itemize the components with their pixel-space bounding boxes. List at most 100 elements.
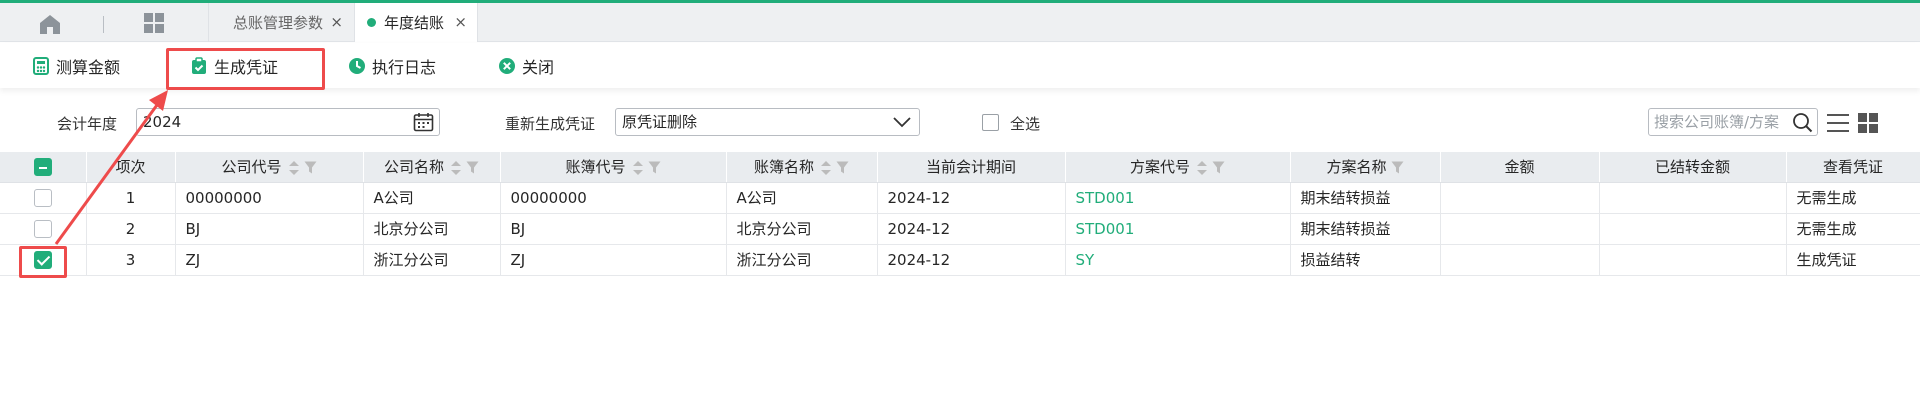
- tab-year-end-closing[interactable]: 年度结账 ×: [354, 3, 478, 42]
- header-label: 公司名称: [383, 158, 444, 177]
- sort-icon[interactable]: [632, 160, 644, 176]
- cell-book-name: A公司: [726, 182, 878, 214]
- cell-idx: 3: [86, 244, 176, 276]
- close-label: 关闭: [522, 58, 555, 77]
- tab-bar: 总账管理参数 × 年度结账 ×: [0, 3, 1920, 42]
- calc-amount-label: 测算金额: [56, 58, 121, 77]
- header-book-code[interactable]: 账簿代号: [500, 152, 727, 183]
- execution-log-button[interactable]: 执行日志: [348, 53, 436, 79]
- execution-log-label: 执行日志: [372, 58, 437, 77]
- cell-period: 2024-12: [877, 182, 1066, 214]
- sort-icon[interactable]: [288, 160, 300, 176]
- cell-book-name: 浙江分公司: [726, 244, 878, 276]
- header-company-code[interactable]: 公司代号: [175, 152, 364, 183]
- row-checkbox[interactable]: [33, 219, 52, 238]
- cell-carried-amount: [1599, 213, 1787, 245]
- cell-plan-code-link[interactable]: STD001: [1065, 213, 1291, 245]
- row-select-cell[interactable]: [0, 213, 87, 245]
- header-plan-name[interactable]: 方案名称: [1290, 152, 1441, 183]
- cell-amount: [1440, 213, 1600, 245]
- generate-voucher-highlight: [166, 48, 325, 90]
- table-row[interactable]: 2 BJ 北京分公司 BJ 北京分公司 2024-12 STD001 期末结转损…: [0, 213, 1920, 245]
- cell-carried-amount: [1599, 182, 1787, 214]
- home-icon[interactable]: [38, 13, 62, 35]
- cell-plan-name: 期末结转损益: [1290, 213, 1441, 245]
- header-label: 公司代号: [221, 158, 282, 177]
- header-amount: 金额: [1440, 152, 1600, 183]
- header-label: 方案代号: [1129, 158, 1190, 177]
- header-label: 方案名称: [1326, 158, 1387, 177]
- calc-amount-button[interactable]: 测算金额: [32, 53, 120, 79]
- header-select-all[interactable]: [0, 152, 87, 183]
- cell-period: 2024-12: [877, 213, 1066, 245]
- header-view-voucher: 查看凭证: [1786, 152, 1920, 183]
- search-input[interactable]: 搜索公司账簿/方案: [1648, 108, 1818, 136]
- filter-icon[interactable]: [648, 161, 661, 174]
- fiscal-year-value: 2024: [143, 113, 182, 131]
- active-dot-icon: [367, 18, 376, 27]
- cell-carried-amount: [1599, 244, 1787, 276]
- header-company-name[interactable]: 公司名称: [363, 152, 501, 183]
- table-row[interactable]: 3 ZJ 浙江分公司 ZJ 浙江分公司 2024-12 SY 损益结转 生成凭证: [0, 244, 1920, 276]
- regenerate-voucher-select[interactable]: 原凭证删除: [615, 108, 920, 136]
- cell-book-code: ZJ: [500, 244, 727, 276]
- sort-icon[interactable]: [1196, 160, 1208, 176]
- regenerate-voucher-value: 原凭证删除: [622, 113, 698, 131]
- select-all-label: 全选: [1010, 115, 1041, 133]
- cell-idx: 2: [86, 213, 176, 245]
- cell-company-code: BJ: [175, 213, 364, 245]
- card-view-icon[interactable]: [1857, 112, 1879, 134]
- select-all-checkbox[interactable]: [982, 114, 999, 131]
- search-placeholder: 搜索公司账簿/方案: [1654, 113, 1780, 131]
- filter-icon[interactable]: [1391, 161, 1404, 174]
- cell-amount: [1440, 244, 1600, 276]
- apps-grid-icon[interactable]: [143, 12, 165, 34]
- chevron-down-icon: [893, 117, 911, 128]
- clock-icon: [349, 58, 365, 74]
- fiscal-year-label: 会计年度: [57, 115, 118, 133]
- fiscal-year-input[interactable]: 2024: [136, 108, 440, 136]
- list-view-icon[interactable]: [1826, 112, 1850, 134]
- close-icon[interactable]: ×: [330, 13, 343, 31]
- close-button[interactable]: 关闭: [498, 53, 554, 79]
- calculator-icon: [33, 57, 49, 75]
- filter-icon[interactable]: [304, 161, 317, 174]
- header-book-name[interactable]: 账簿名称: [726, 152, 878, 183]
- tab-ledger-params[interactable]: 总账管理参数 ×: [208, 3, 353, 42]
- cell-company-name: A公司: [363, 182, 501, 214]
- filter-icon[interactable]: [836, 161, 849, 174]
- tab-label: 年度结账: [384, 14, 445, 32]
- close-circle-icon: [499, 58, 515, 74]
- table-row[interactable]: 1 00000000 A公司 00000000 A公司 2024-12 STD0…: [0, 182, 1920, 214]
- cell-plan-code-link[interactable]: SY: [1065, 244, 1291, 276]
- regenerate-voucher-label: 重新生成凭证: [505, 115, 596, 133]
- table-header-row: 项次 公司代号 公司名称 账簿代号 账簿名称 当前会计期间 方案代号 方案名称 …: [0, 152, 1920, 183]
- cell-idx: 1: [86, 182, 176, 214]
- selected-row-highlight: [19, 246, 67, 278]
- header-carried-amount: 已结转金额: [1599, 152, 1787, 183]
- sort-icon[interactable]: [450, 160, 462, 176]
- search-icon[interactable]: [1792, 112, 1813, 133]
- header-plan-code[interactable]: 方案代号: [1065, 152, 1291, 183]
- cell-company-code: ZJ: [175, 244, 364, 276]
- tab-separator: [103, 16, 104, 33]
- cell-book-code: 00000000: [500, 182, 727, 214]
- calendar-icon[interactable]: [413, 112, 434, 132]
- cell-amount: [1440, 182, 1600, 214]
- filter-icon[interactable]: [1212, 161, 1225, 174]
- cell-plan-code-link[interactable]: STD001: [1065, 182, 1291, 214]
- sort-icon[interactable]: [820, 160, 832, 176]
- close-icon[interactable]: ×: [454, 13, 467, 31]
- header-label: 账簿代号: [565, 158, 626, 177]
- filter-icon[interactable]: [466, 161, 479, 174]
- cell-voucher: 无需生成: [1786, 213, 1920, 245]
- row-select-cell[interactable]: [0, 182, 87, 214]
- cell-plan-name: 期末结转损益: [1290, 182, 1441, 214]
- header-checkbox[interactable]: [33, 158, 52, 176]
- cell-voucher: 无需生成: [1786, 182, 1920, 214]
- cell-voucher: 生成凭证: [1786, 244, 1920, 276]
- header-idx: 项次: [86, 152, 176, 183]
- cell-period: 2024-12: [877, 244, 1066, 276]
- tab-label: 总账管理参数: [233, 14, 324, 32]
- row-checkbox[interactable]: [33, 188, 52, 207]
